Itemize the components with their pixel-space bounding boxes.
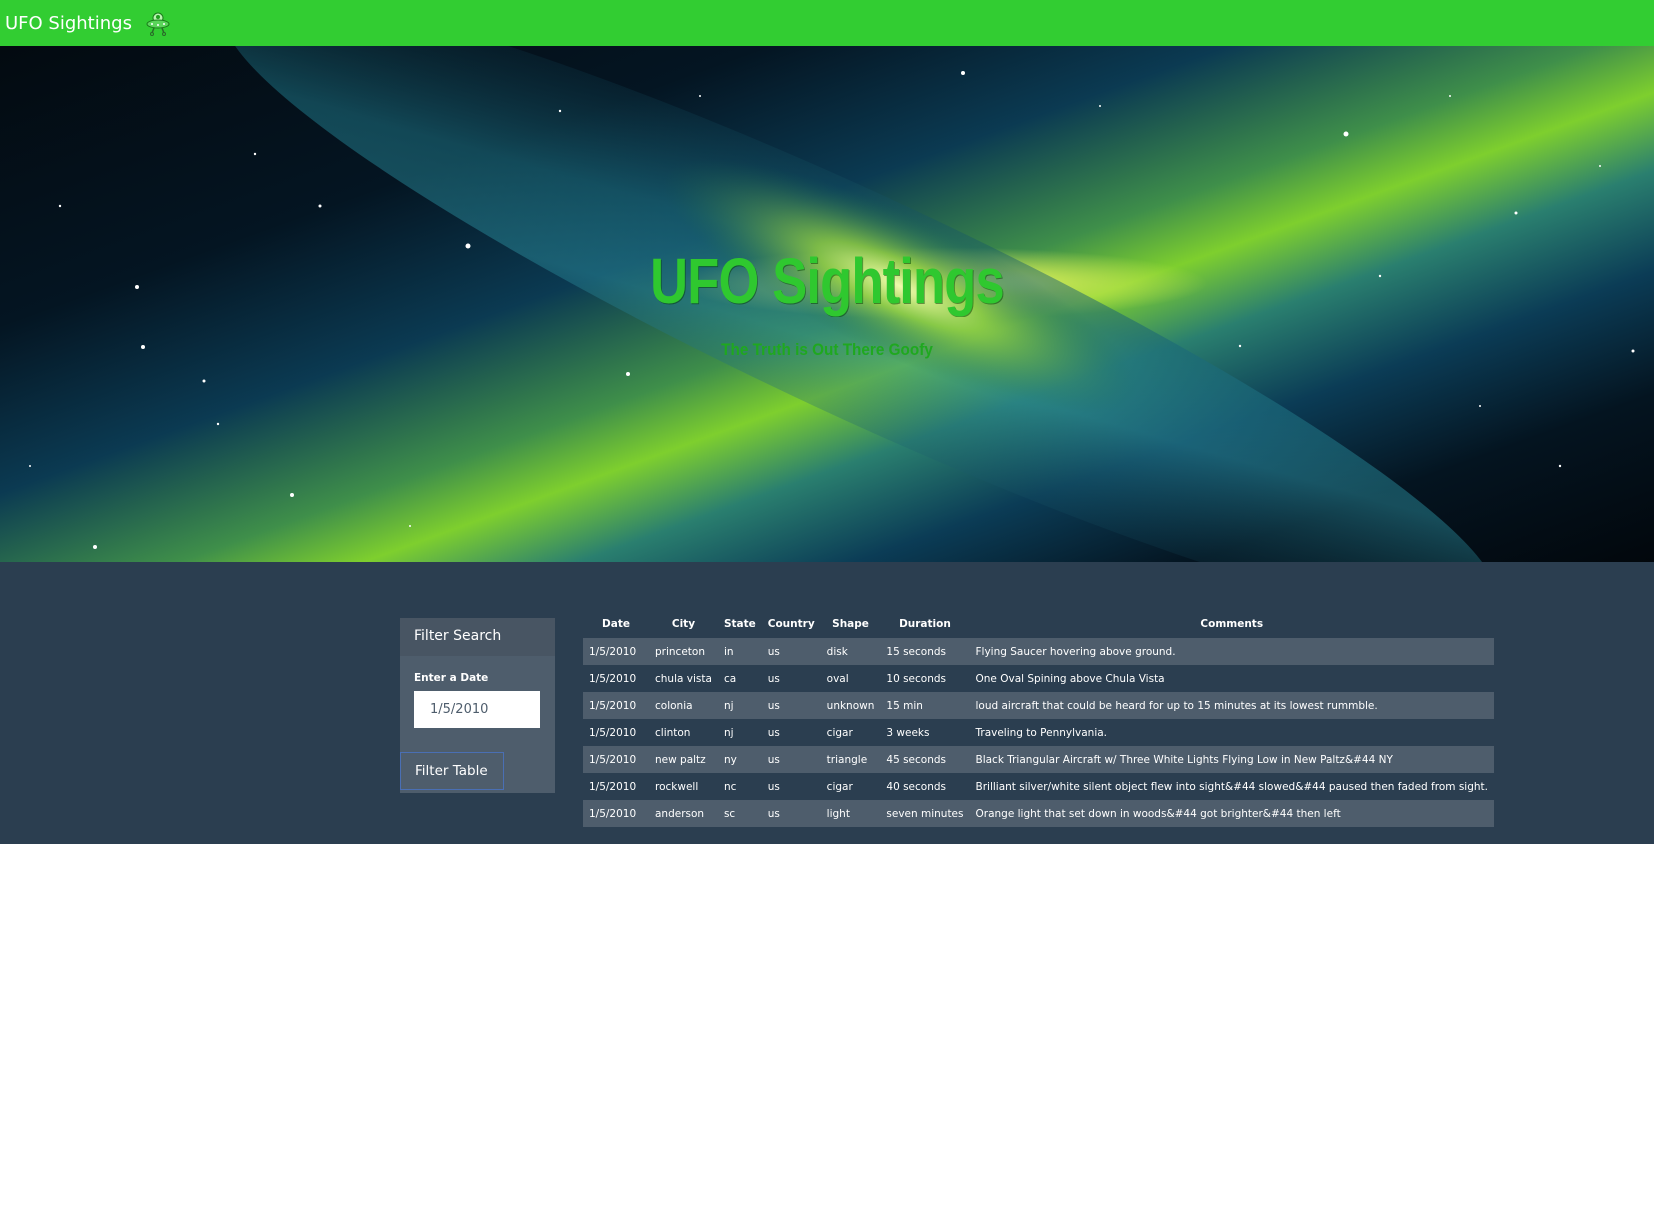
filter-table-button[interactable]: Filter Table <box>400 752 504 790</box>
cell-comments: Orange light that set down in woods&#44 … <box>975 807 1341 820</box>
table-header-row: Date City State Country Shape Duration C… <box>583 610 1494 638</box>
cell-date: 1/5/2010 <box>589 699 637 712</box>
header-comments: Comments <box>1200 618 1264 630</box>
cell-shape: unknown <box>826 699 875 712</box>
cell-state: ca <box>723 672 737 685</box>
header-state: State <box>723 618 756 630</box>
cell-shape: triangle <box>826 753 868 766</box>
content-section: Filter Search Enter a Date Filter Table … <box>0 562 1654 844</box>
cell-comments: Brilliant silver/white silent object fle… <box>975 780 1488 793</box>
ufo-table-wrapper: Date City State Country Shape Duration C… <box>583 610 1494 827</box>
header-duration: Duration <box>899 618 951 630</box>
table-row: 1/5/2010 clinton nj us cigar 3 weeks Tra… <box>583 719 1494 746</box>
cell-state: ny <box>723 753 737 766</box>
date-input[interactable] <box>414 691 540 728</box>
cell-shape: light <box>826 807 850 820</box>
cell-shape: disk <box>826 645 848 658</box>
cell-date: 1/5/2010 <box>589 672 637 685</box>
hero-subtitle: The Truth is Out There Goofy <box>721 340 933 359</box>
cell-city: clinton <box>655 726 691 739</box>
cell-country: us <box>767 672 780 685</box>
cell-duration: 40 seconds <box>886 780 947 793</box>
cell-date: 1/5/2010 <box>589 753 637 766</box>
cell-city: rockwell <box>655 780 699 793</box>
cell-comments: loud aircraft that could be heard for up… <box>975 699 1378 712</box>
cell-date: 1/5/2010 <box>589 780 637 793</box>
table-row: 1/5/2010 anderson sc us light seven minu… <box>583 800 1494 827</box>
cell-duration: 10 seconds <box>886 672 947 685</box>
cell-state: nc <box>723 780 737 793</box>
brand-text: UFO Sightings <box>5 12 132 34</box>
table-row: 1/5/2010 chula vista ca us oval 10 secon… <box>583 665 1494 692</box>
cell-state: nj <box>723 699 734 712</box>
cell-comments: Black Triangular Aircraft w/ Three White… <box>975 753 1393 766</box>
navbar: UFO Sightings <box>0 0 1654 46</box>
cell-shape: cigar <box>826 780 853 793</box>
ufo-table: Date City State Country Shape Duration C… <box>583 610 1494 827</box>
cell-country: us <box>767 753 780 766</box>
cell-date: 1/5/2010 <box>589 726 637 739</box>
cell-city: princeton <box>655 645 705 658</box>
brand-link[interactable]: UFO Sightings <box>5 9 172 37</box>
header-country: Country <box>767 618 815 630</box>
cell-duration: 15 seconds <box>886 645 947 658</box>
cell-country: us <box>767 807 780 820</box>
cell-country: us <box>767 645 780 658</box>
cell-state: sc <box>723 807 736 820</box>
cell-city: chula vista <box>655 672 712 685</box>
cell-date: 1/5/2010 <box>589 807 637 820</box>
cell-comments: One Oval Spining above Chula Vista <box>975 672 1165 685</box>
cell-comments: Flying Saucer hovering above ground. <box>975 645 1176 658</box>
ufo-icon <box>144 9 172 37</box>
cell-country: us <box>767 699 780 712</box>
date-label: Enter a Date <box>414 672 489 684</box>
cell-country: us <box>767 780 780 793</box>
hero-title: UFO Sightings <box>650 245 1005 317</box>
cell-country: us <box>767 726 780 739</box>
cell-city: anderson <box>655 807 705 820</box>
hero-text: UFO Sightings The Truth is Out There Goo… <box>0 46 1654 562</box>
header-city: City <box>671 618 696 630</box>
table-row: 1/5/2010 princeton in us disk 15 seconds… <box>583 638 1494 665</box>
filter-heading: Filter Search <box>400 618 555 656</box>
cell-city: new paltz <box>655 753 706 766</box>
header-shape: Shape <box>832 618 869 630</box>
cell-duration: 15 min <box>886 699 923 712</box>
cell-state: in <box>723 645 734 658</box>
cell-shape: oval <box>826 672 849 685</box>
table-row: 1/5/2010 new paltz ny us triangle 45 sec… <box>583 746 1494 773</box>
table-row: 1/5/2010 colonia nj us unknown 15 min lo… <box>583 692 1494 719</box>
header-date: Date <box>602 618 630 630</box>
cell-shape: cigar <box>826 726 853 739</box>
cell-date: 1/5/2010 <box>589 645 637 658</box>
cell-duration: seven minutes <box>886 807 964 820</box>
cell-comments: Traveling to Pennylvania. <box>975 726 1108 739</box>
hero-banner: UFO Sightings The Truth is Out There Goo… <box>0 46 1654 562</box>
cell-duration: 45 seconds <box>886 753 947 766</box>
filter-panel: Filter Search Enter a Date Filter Table <box>400 618 555 793</box>
cell-city: colonia <box>655 699 693 712</box>
table-row: 1/5/2010 rockwell nc us cigar 40 seconds… <box>583 773 1494 800</box>
cell-duration: 3 weeks <box>886 726 930 739</box>
cell-state: nj <box>723 726 734 739</box>
